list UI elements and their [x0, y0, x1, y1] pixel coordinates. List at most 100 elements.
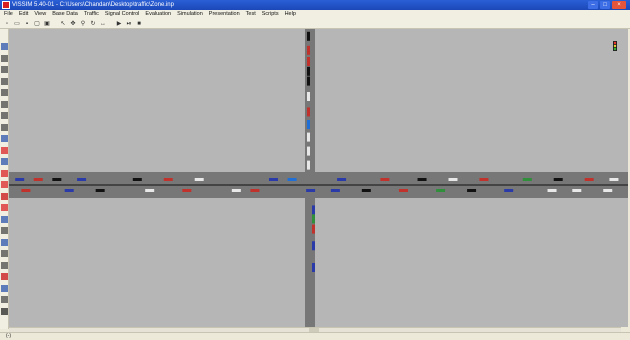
traffic-signal-icon[interactable]: [613, 41, 617, 51]
vehicle[interactable]: [584, 178, 594, 181]
vehicle[interactable]: [145, 189, 155, 192]
vehicle[interactable]: [337, 178, 347, 181]
pan-icon[interactable]: ✥: [70, 21, 76, 27]
menu-simulation[interactable]: Simulation: [177, 10, 203, 19]
selection-icon[interactable]: [1, 123, 8, 131]
vehicle[interactable]: [306, 189, 316, 192]
speed-icon[interactable]: [1, 169, 8, 177]
menu-scripts[interactable]: Scripts: [262, 10, 279, 19]
vehicle[interactable]: [603, 189, 613, 192]
vehicle[interactable]: [547, 189, 557, 192]
menu-evaluation[interactable]: Evaluation: [145, 10, 171, 19]
new-file-icon[interactable]: ▫: [4, 21, 10, 27]
vehicle[interactable]: [436, 189, 446, 192]
menu-presentation[interactable]: Presentation: [209, 10, 240, 19]
select-icon[interactable]: ↖: [60, 21, 66, 27]
vehicle[interactable]: [330, 189, 340, 192]
detector-icon[interactable]: [1, 158, 8, 165]
vehicle[interactable]: [132, 178, 142, 181]
vehicle[interactable]: [287, 178, 297, 181]
rotate-icon[interactable]: ↻: [90, 21, 96, 27]
vehicle[interactable]: [231, 189, 241, 192]
menu-help[interactable]: Help: [285, 10, 296, 19]
menu-traffic[interactable]: Traffic: [84, 10, 99, 19]
vehicle[interactable]: [312, 205, 315, 215]
hand-icon[interactable]: [1, 77, 8, 85]
vehicle[interactable]: [467, 189, 477, 192]
vehicle[interactable]: [307, 66, 310, 76]
delay-icon[interactable]: [1, 261, 8, 269]
zoom-icon[interactable]: ⚲: [80, 21, 86, 27]
vehicle-input-icon[interactable]: [1, 100, 8, 108]
vehicle[interactable]: [312, 263, 315, 272]
vehicle[interactable]: [307, 146, 310, 156]
data-collection-icon[interactable]: [1, 227, 8, 234]
menu-base-data[interactable]: Base Data: [52, 10, 78, 19]
vehicle[interactable]: [15, 178, 25, 181]
menu-edit[interactable]: Edit: [19, 10, 28, 19]
vehicle[interactable]: [312, 241, 315, 251]
title-bar[interactable]: VISSIM 5.40-01 - C:\Users\Chandan\Deskto…: [0, 0, 630, 10]
vehicle[interactable]: [52, 178, 62, 181]
pen-icon[interactable]: [1, 66, 8, 73]
vehicle[interactable]: [522, 178, 532, 181]
vehicle[interactable]: [572, 189, 582, 192]
vehicle[interactable]: [380, 178, 390, 181]
vehicle[interactable]: [609, 178, 619, 181]
vehicle[interactable]: [307, 120, 310, 129]
travel-time-icon[interactable]: [1, 250, 8, 257]
queue-counter-icon[interactable]: [1, 238, 8, 246]
vehicle[interactable]: [182, 189, 192, 192]
vehicle[interactable]: [250, 189, 260, 192]
stop-sign-icon[interactable]: [1, 192, 8, 200]
vehicle[interactable]: [307, 107, 310, 117]
maximize-button[interactable]: □: [600, 1, 610, 9]
vehicle[interactable]: [312, 214, 315, 224]
node-icon[interactable]: [1, 215, 8, 223]
parking-lot-icon[interactable]: [1, 284, 8, 292]
play-icon[interactable]: ▶: [116, 21, 122, 27]
print-preview-icon[interactable]: ▢: [34, 21, 40, 27]
warning-icon[interactable]: [1, 273, 8, 280]
menu-file[interactable]: File: [4, 10, 13, 19]
vehicle[interactable]: [307, 57, 310, 66]
vehicle[interactable]: [33, 178, 43, 181]
vehicle[interactable]: [417, 178, 427, 181]
vehicle[interactable]: [21, 189, 31, 192]
vehicle[interactable]: [307, 132, 310, 142]
vehicle[interactable]: [307, 76, 310, 86]
connector-icon[interactable]: [1, 54, 8, 62]
vehicle[interactable]: [163, 178, 173, 181]
signal-head-icon[interactable]: [1, 146, 8, 154]
print-icon[interactable]: ▣: [44, 21, 50, 27]
network-editor-view[interactable]: [9, 29, 628, 327]
menu-signal-control[interactable]: Signal Control: [105, 10, 140, 19]
vehicle[interactable]: [312, 224, 315, 234]
priority-rule-icon[interactable]: [1, 112, 8, 119]
area-icon[interactable]: [1, 296, 8, 303]
vehicle[interactable]: [307, 160, 310, 170]
save-icon[interactable]: ▪: [24, 21, 30, 27]
measure-icon[interactable]: ↔: [100, 21, 106, 27]
vehicle[interactable]: [307, 92, 310, 101]
vehicle[interactable]: [398, 189, 408, 192]
vehicle[interactable]: [504, 189, 514, 192]
vehicle[interactable]: [77, 178, 87, 181]
open-folder-icon[interactable]: ▭: [14, 21, 20, 27]
close-icon[interactable]: [1, 307, 8, 315]
network-canvas[interactable]: [9, 29, 628, 327]
close-button[interactable]: ×: [612, 1, 626, 9]
step-icon[interactable]: ⏯: [126, 21, 132, 27]
vehicle[interactable]: [95, 189, 105, 192]
links-icon[interactable]: [1, 43, 8, 50]
vehicle[interactable]: [553, 178, 563, 181]
vehicle[interactable]: [479, 178, 489, 181]
vehicle[interactable]: [361, 189, 371, 192]
stop-icon[interactable]: ■: [136, 21, 142, 27]
parking-icon[interactable]: [1, 135, 8, 142]
vissim-app-icon[interactable]: [2, 1, 10, 9]
menu-view[interactable]: View: [34, 10, 46, 19]
vehicle[interactable]: [448, 178, 458, 181]
pt-stop-icon[interactable]: [1, 204, 8, 211]
menu-test[interactable]: Test: [246, 10, 256, 19]
